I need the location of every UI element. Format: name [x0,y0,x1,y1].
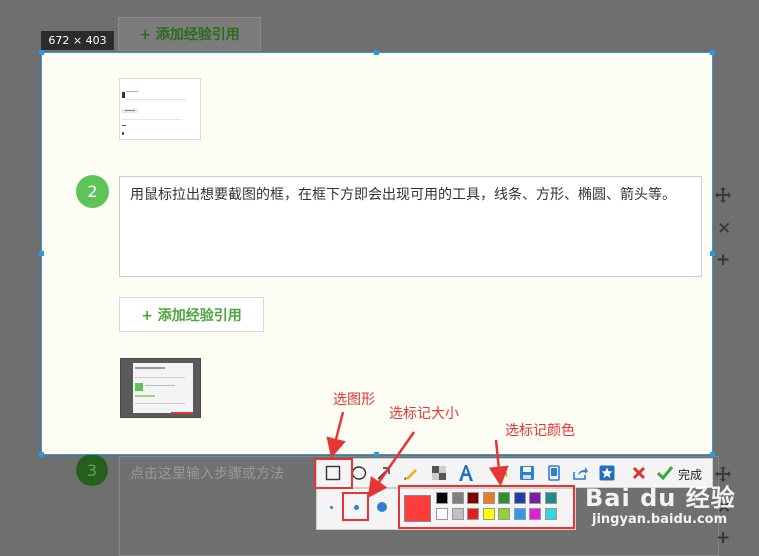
watermark-url: jingyan.baidu.com [592,512,727,527]
annotation-arrows [326,411,509,499]
shape-annotation-label: 选图形 [333,392,375,408]
watermark-brand: Bai du 经验 [585,478,736,513]
watermark-url-text: jingyan.baidu.com [592,512,728,527]
color-annotation-label: 选标记颜色 [505,423,575,439]
watermark-brand-text: Bai du 经验 [585,484,736,512]
size-annotation-label: 选标记大小 [389,406,459,422]
